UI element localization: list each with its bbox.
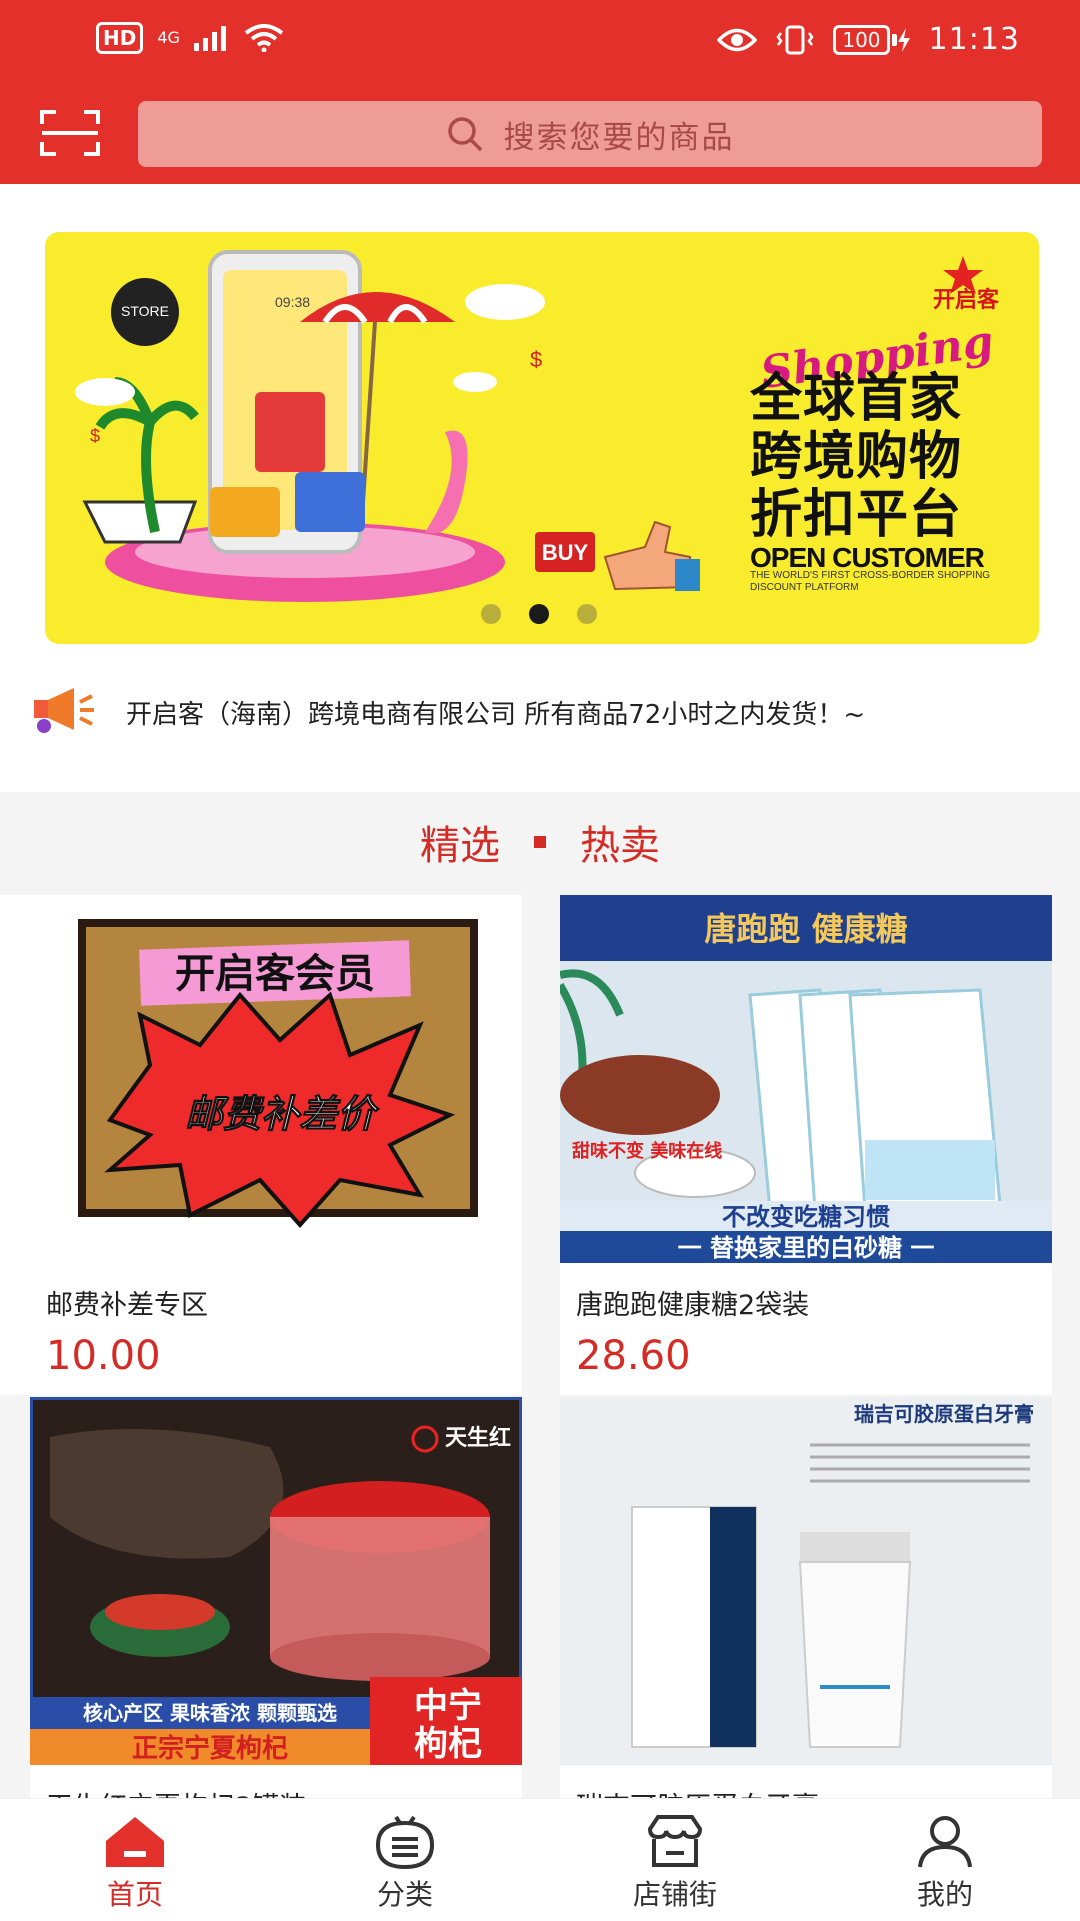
clock: 11:13 [928,22,1020,57]
nav-item-mine[interactable]: 我的 [810,1799,1080,1921]
carousel-dot[interactable] [481,604,501,624]
app-header: HD 4G 100 11:13 搜索您要的商品 [0,0,1080,184]
product-img-badge-2: 枸杞 [414,1724,482,1764]
banner-illustration: 09:38 STORE $ $ BUY [75,250,595,602]
category-icon [375,1815,435,1869]
banner-hand-icon [603,520,700,591]
product-img-title: 开启客会员 [175,951,375,997]
product-card[interactable]: 开启客会员 邮费补差价 邮费补差专区 10.00 [0,895,522,1395]
section-header: 精选 热卖 [0,792,1080,892]
promo-banner[interactable]: 09:38 STORE $ $ BUY 开启客 Shopping 全球首家 跨境… [45,232,1039,644]
section-title-left: 精选 [420,823,500,869]
product-img-title: 唐跑跑 健康糖 [704,910,907,948]
nav-item-store-street[interactable]: 店铺街 [540,1799,810,1921]
nav-label: 店铺街 [632,1878,717,1911]
carousel-dot-active[interactable] [529,604,549,624]
product-name: 邮费补差专区 [46,1290,208,1321]
product-image: 天生红 核心产区 果味香浓 颗颗甄选 正宗宁夏枸杞 中宁 枸杞 [30,1397,522,1765]
product-img-sub2: 一 替换家里的白砂糖 一 [678,1234,935,1262]
product-img-title: 瑞吉可胶原蛋白牙膏 [854,1402,1034,1426]
store-icon [647,1815,703,1867]
nav-label: 首页 [106,1878,163,1911]
product-card[interactable]: 瑞吉可胶原蛋白牙膏 瑞吉可胶原蛋白牙膏 [560,1397,1052,1822]
product-price: 10.00 [46,1333,161,1379]
product-card[interactable]: 唐跑跑 健康糖 甜味不变 美味在线 不改变吃糖习惯 一 替换家里的白砂糖 一 唐… [560,895,1052,1395]
battery-level: 100 [833,24,890,55]
product-image: 开启客会员 邮费补差价 [0,895,522,1263]
bottom-nav: 首页 分类 店铺街 我的 [0,1798,1080,1921]
search-placeholder: 搜索您要的商品 [503,119,735,156]
home-icon [106,1817,164,1867]
section-divider [534,836,546,848]
battery-indicator: 100 [833,24,910,55]
product-price: 28.60 [576,1333,691,1379]
product-img-band: 核心产区 果味香浓 颗颗甄选 [83,1701,337,1725]
brand-logo-text: 开启客 [932,287,999,313]
svg-text:$: $ [530,347,542,372]
wifi-icon [244,24,284,52]
banner-line-3: 折扣平台 [750,485,963,545]
eye-icon [717,28,758,51]
art-store-label: STORE [121,303,169,319]
nav-item-home[interactable]: 首页 [0,1799,270,1921]
product-img-burst: 邮费补差价 [185,1092,380,1136]
notice-marquee[interactable]: 开启客（海南）跨境电商有限公司 所有商品72小时之内发货！~ [126,694,865,731]
nav-item-category[interactable]: 分类 [270,1799,540,1921]
banner-subtitle: THE WORLD'S FIRST CROSS-BORDER SHOPPING … [750,570,991,593]
art-buy-label: BUY [542,540,589,565]
svg-text:09:38: 09:38 [275,294,310,310]
search-icon [447,117,482,152]
hd-badge: HD [96,22,144,54]
scan-icon[interactable] [40,108,100,158]
banner-line-1: 全球首家 [750,369,963,429]
vibrate-icon [776,25,814,54]
status-bar: HD 4G 100 11:13 [0,0,1080,84]
user-icon [918,1816,972,1868]
product-img-sub1: 不改变吃糖习惯 [722,1203,890,1231]
search-bar[interactable]: 搜索您要的商品 [138,101,1042,167]
product-image: 瑞吉可胶原蛋白牙膏 [560,1397,1052,1765]
product-image: 唐跑跑 健康糖 甜味不变 美味在线 不改变吃糖习惯 一 替换家里的白砂糖 一 [560,895,1052,1263]
product-card[interactable]: 天生红 核心产区 果味香浓 颗颗甄选 正宗宁夏枸杞 中宁 枸杞 天生红宁夏枸杞3… [30,1397,522,1822]
nav-label: 分类 [376,1878,433,1911]
banner-line-2: 跨境购物 [750,427,963,487]
signal-icon [193,26,226,51]
section-title-right: 热卖 [580,823,660,869]
carousel-dot[interactable] [577,604,597,624]
network-type: 4G [157,28,180,47]
product-img-badge-1: 中宁 [414,1686,482,1726]
product-img-main: 正宗宁夏枸杞 [132,1733,288,1764]
product-name: 唐跑跑健康糖2袋装 [576,1290,810,1321]
nav-label: 我的 [916,1878,973,1911]
megaphone-icon [34,688,94,733]
carousel-dots[interactable] [481,604,597,624]
product-img-tag: 甜味不变 美味在线 [572,1140,722,1162]
product-img-brand: 天生红 [445,1425,511,1451]
svg-text:$: $ [90,426,100,446]
charging-icon [897,27,910,52]
